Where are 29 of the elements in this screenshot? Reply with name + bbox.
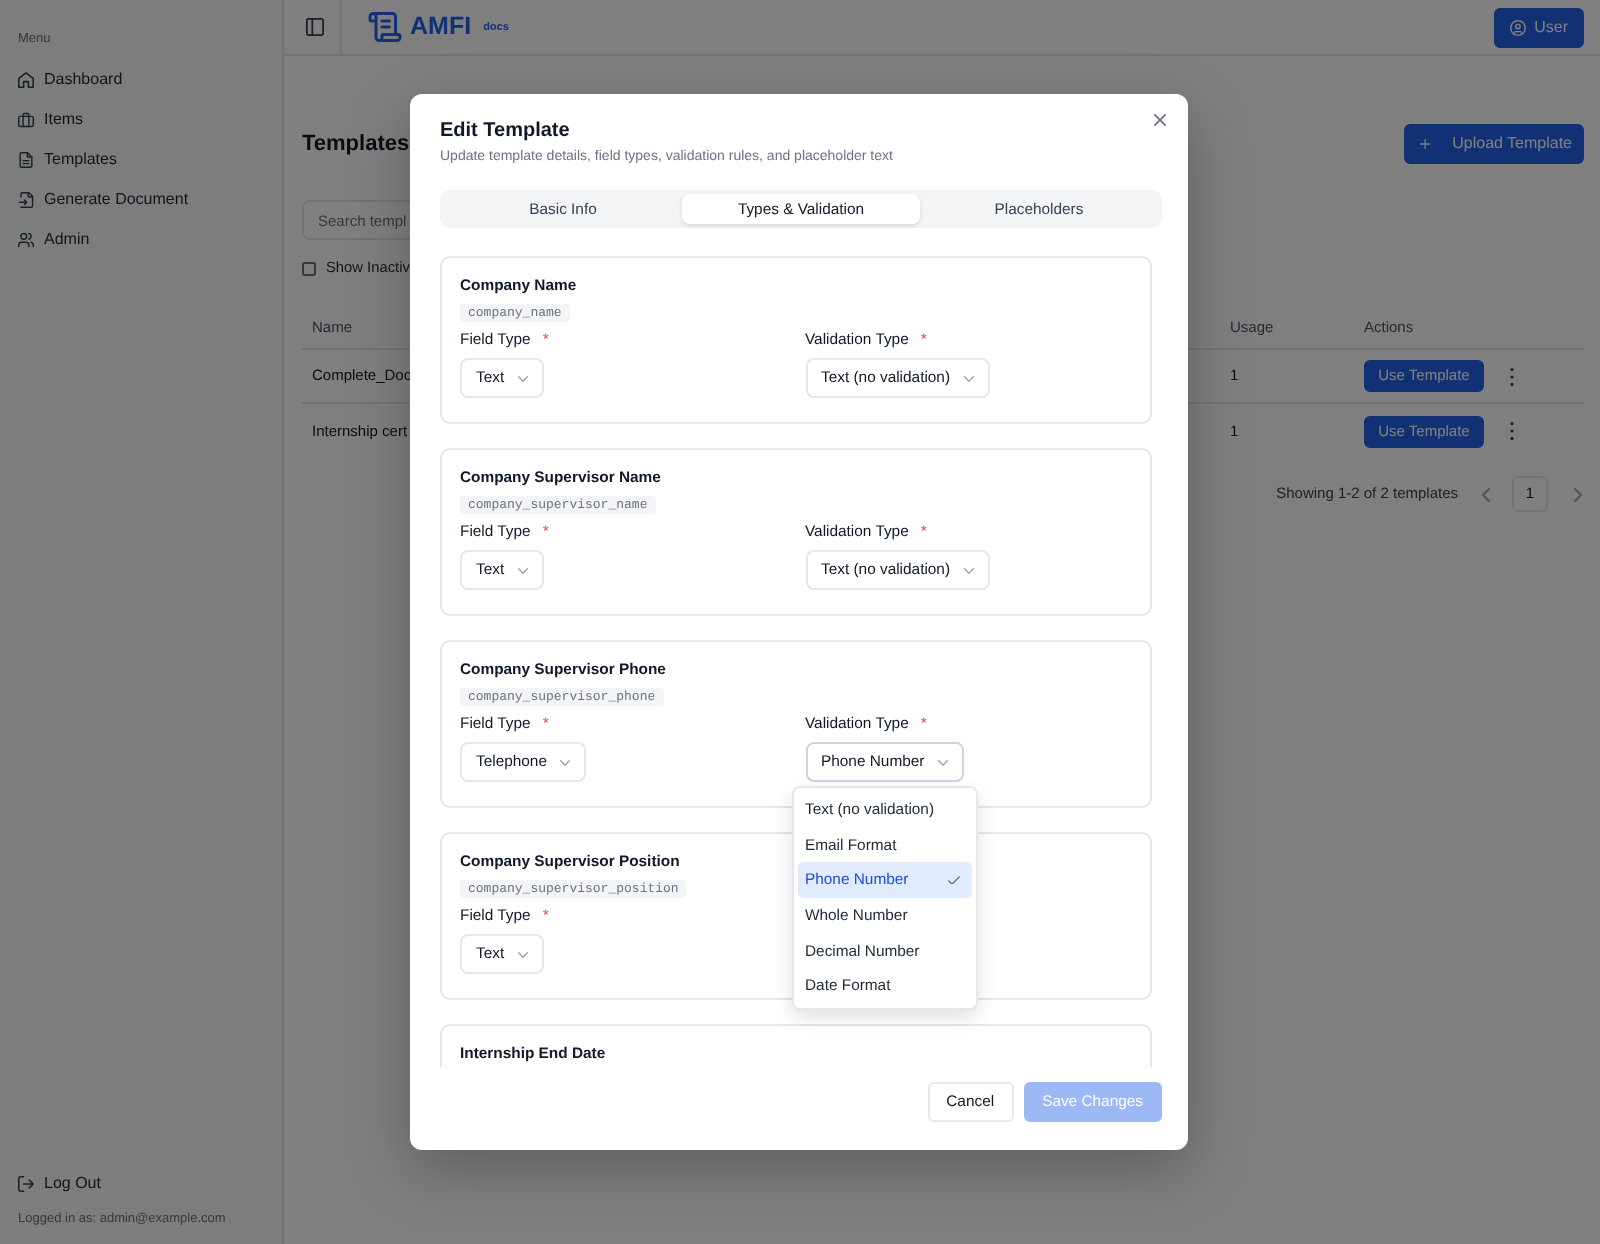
sidebar-item[interactable]: Items bbox=[18, 108, 84, 132]
scroll-logo-icon bbox=[368, 12, 402, 42]
chevron-down-icon bbox=[518, 375, 529, 381]
sidebar-item[interactable]: Dashboard bbox=[18, 68, 123, 92]
sidebar-toggle-icon[interactable] bbox=[306, 18, 324, 36]
checkbox[interactable] bbox=[302, 261, 316, 275]
plus-icon bbox=[1420, 138, 1431, 150]
check-icon bbox=[947, 875, 959, 885]
chevron-down-icon bbox=[518, 951, 529, 957]
users-icon bbox=[18, 232, 34, 248]
logout-link[interactable]: Log Out bbox=[18, 1172, 101, 1196]
sidebar-item[interactable]: Templates bbox=[18, 148, 117, 172]
chevron-down-icon bbox=[964, 375, 975, 381]
close-icon[interactable] bbox=[1154, 114, 1166, 126]
document-icon bbox=[18, 152, 34, 168]
sidebar-item[interactable]: Admin bbox=[18, 228, 90, 252]
brand-name: AMFI bbox=[410, 12, 472, 42]
user-circle-icon bbox=[1510, 19, 1527, 35]
modal-title: Edit Template bbox=[440, 118, 570, 144]
chevron-down-icon bbox=[560, 759, 571, 765]
briefcase-icon bbox=[18, 112, 34, 128]
home-icon bbox=[18, 72, 34, 88]
logout-icon bbox=[18, 1176, 34, 1192]
chevron-down-icon bbox=[938, 759, 949, 765]
chevron-down-icon bbox=[518, 567, 529, 573]
chevron-down-icon bbox=[964, 567, 975, 573]
page-title: Templates bbox=[302, 130, 410, 158]
document-arrow-icon bbox=[18, 192, 34, 208]
sidebar-item[interactable]: Generate Document bbox=[18, 188, 189, 212]
